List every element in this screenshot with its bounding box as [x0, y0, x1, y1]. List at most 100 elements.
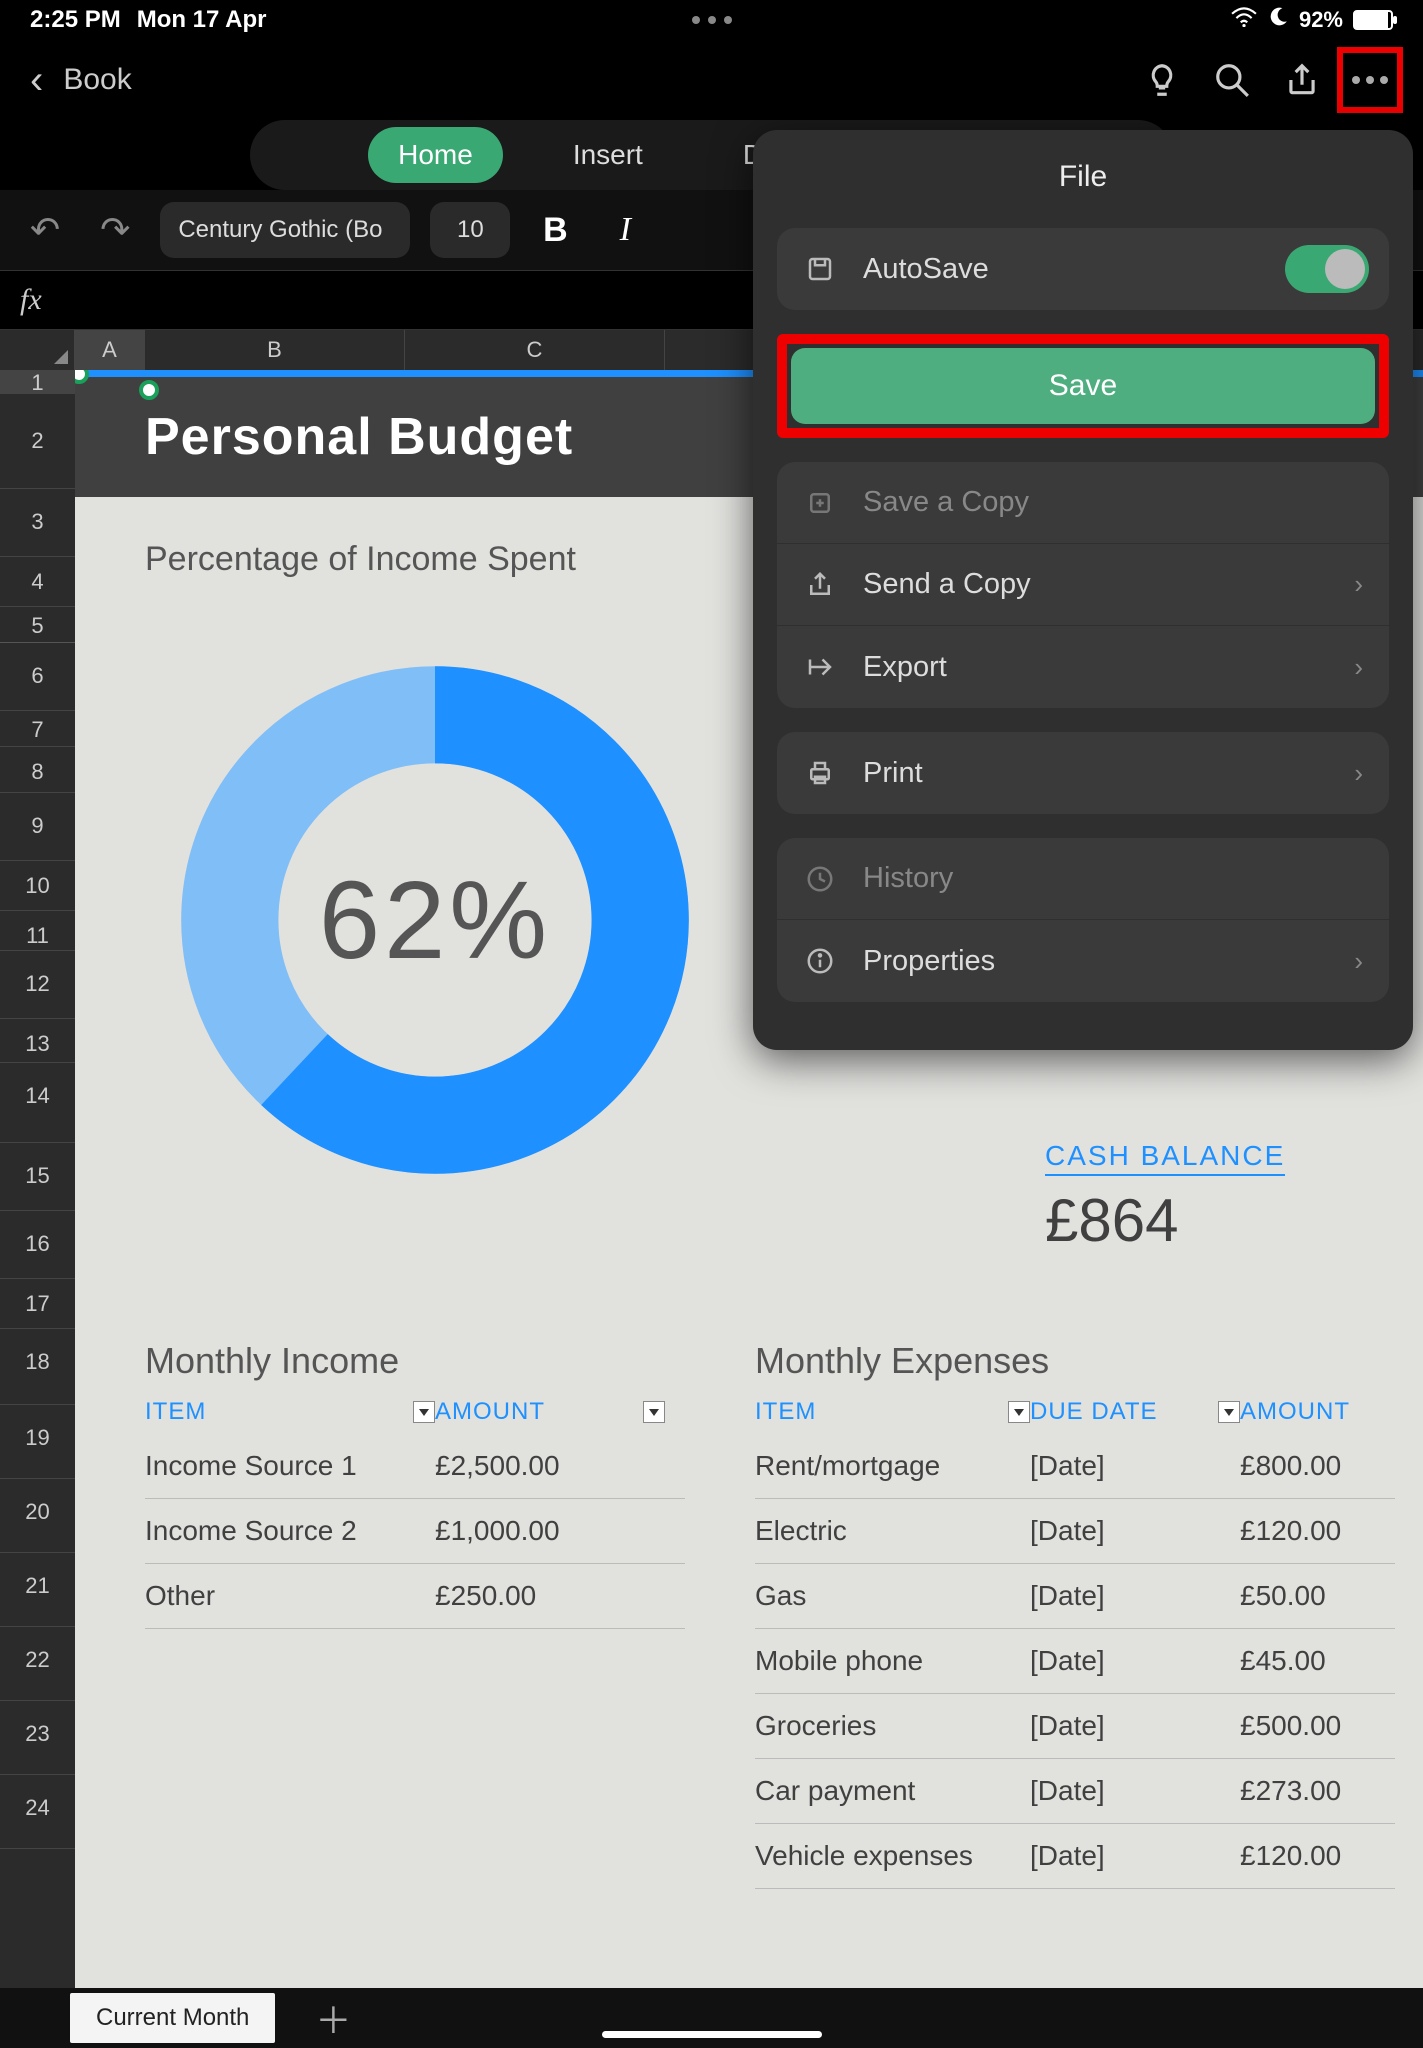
expenses-table: ITEM DUE DATE AMOUNT Rent/mortgage[Date]…	[755, 1390, 1395, 1889]
row-header[interactable]: 15	[0, 1143, 75, 1211]
table-row[interactable]: Gas[Date]£50.00	[755, 1564, 1395, 1629]
autosave-label: AutoSave	[863, 253, 989, 286]
italic-button[interactable]: I	[600, 211, 650, 249]
autosave-row: AutoSave	[777, 228, 1389, 310]
row-header[interactable]: 21	[0, 1553, 75, 1627]
row-header[interactable]: 12	[0, 951, 75, 1019]
sheet-tabs-bar: Current Month ＋	[0, 1988, 1423, 2048]
cash-balance: CASH BALANCE £864	[1045, 1140, 1285, 1255]
row-header[interactable]: 10	[0, 861, 75, 911]
document-title[interactable]: Book	[63, 63, 131, 97]
row-headers: 1 2 3 4 5 6 7 8 9 10 11 12 13 14 15 16 1…	[0, 370, 75, 1988]
home-indicator[interactable]	[602, 2031, 822, 2038]
row-header[interactable]: 11	[0, 911, 75, 951]
save-highlight-box: Save	[777, 334, 1389, 438]
row-header[interactable]: 6	[0, 643, 75, 711]
row-header[interactable]: 18	[0, 1329, 75, 1405]
row-header[interactable]: 24	[0, 1775, 75, 1849]
info-icon	[803, 946, 837, 976]
properties-button[interactable]: Properties ›	[777, 920, 1389, 1002]
print-label: Print	[863, 757, 923, 790]
filter-dropdown[interactable]	[1218, 1401, 1240, 1423]
table-row[interactable]: Other£250.00	[145, 1564, 685, 1629]
bold-button[interactable]: B	[530, 211, 580, 250]
filter-dropdown[interactable]	[1008, 1401, 1030, 1423]
row-header[interactable]: 20	[0, 1479, 75, 1553]
multitask-dots[interactable]	[692, 16, 732, 24]
save-copy-label: Save a Copy	[863, 486, 1029, 519]
font-name-select[interactable]: Century Gothic (Bo	[160, 202, 410, 258]
income-header-item[interactable]: ITEM	[145, 1398, 206, 1426]
row-header[interactable]: 16	[0, 1211, 75, 1279]
save-button[interactable]: Save	[791, 348, 1375, 424]
income-title: Monthly Income	[145, 1340, 399, 1382]
income-table: ITEM AMOUNT Income Source 1£2,500.00Inco…	[145, 1390, 685, 1629]
filter-dropdown[interactable]	[643, 1401, 665, 1423]
battery-percent: 92%	[1299, 7, 1343, 33]
expense-header-due[interactable]: DUE DATE	[1030, 1398, 1158, 1426]
table-row[interactable]: Rent/mortgage[Date]£800.00	[755, 1434, 1395, 1499]
col-header[interactable]: A	[75, 330, 145, 370]
income-header-amount[interactable]: AMOUNT	[435, 1398, 545, 1426]
sheet-tab-current[interactable]: Current Month	[70, 1993, 275, 2043]
row-header[interactable]: 5	[0, 607, 75, 643]
expense-header-item[interactable]: ITEM	[755, 1398, 816, 1426]
wifi-icon	[1231, 7, 1257, 33]
save-copy-button: Save a Copy	[777, 462, 1389, 544]
add-sheet-button[interactable]: ＋	[315, 1992, 351, 2044]
row-header[interactable]: 19	[0, 1405, 75, 1479]
selection-handle[interactable]	[139, 380, 159, 400]
undo-button[interactable]: ↶	[20, 209, 70, 251]
row-header[interactable]: 14	[0, 1063, 75, 1143]
redo-button[interactable]: ↷	[90, 209, 140, 251]
row-header[interactable]: 23	[0, 1701, 75, 1775]
table-row[interactable]: Income Source 2£1,000.00	[145, 1499, 685, 1564]
col-header[interactable]: C	[405, 330, 665, 370]
row-header[interactable]: 17	[0, 1279, 75, 1329]
row-header[interactable]: 7	[0, 711, 75, 747]
back-button[interactable]: ‹	[20, 58, 53, 103]
tab-home[interactable]: Home	[368, 127, 503, 183]
table-row[interactable]: Income Source 1£2,500.00	[145, 1434, 685, 1499]
row-header[interactable]: 1	[0, 370, 75, 394]
font-size-select[interactable]: 10	[430, 202, 510, 258]
lightbulb-icon[interactable]	[1127, 61, 1197, 99]
tab-insert[interactable]: Insert	[543, 127, 673, 183]
donut-center-value: 62%	[165, 650, 705, 1190]
pct-section-title: Percentage of Income Spent	[145, 540, 576, 579]
print-button[interactable]: Print ›	[777, 732, 1389, 814]
share-icon[interactable]	[1267, 61, 1337, 99]
chevron-right-icon: ›	[1354, 758, 1363, 789]
send-copy-button[interactable]: Send a Copy ›	[777, 544, 1389, 626]
col-header[interactable]: B	[145, 330, 405, 370]
export-icon	[803, 652, 837, 682]
autosave-toggle[interactable]	[1285, 245, 1369, 293]
row-header[interactable]: 8	[0, 747, 75, 793]
save-copy-icon	[803, 488, 837, 518]
row-header[interactable]: 4	[0, 557, 75, 607]
file-menu-title: File	[753, 130, 1413, 228]
table-row[interactable]: Groceries[Date]£500.00	[755, 1694, 1395, 1759]
row-header[interactable]: 9	[0, 793, 75, 861]
send-copy-icon	[803, 570, 837, 600]
select-all-corner[interactable]	[0, 330, 75, 370]
row-header[interactable]: 13	[0, 1019, 75, 1063]
table-row[interactable]: Vehicle expenses[Date]£120.00	[755, 1824, 1395, 1889]
nav-bar: ‹ Book	[0, 40, 1423, 120]
search-icon[interactable]	[1197, 61, 1267, 99]
history-button: History	[777, 838, 1389, 920]
row-header[interactable]: 3	[0, 489, 75, 557]
more-menu-button[interactable]	[1337, 47, 1403, 113]
table-row[interactable]: Electric[Date]£120.00	[755, 1499, 1395, 1564]
filter-dropdown[interactable]	[413, 1401, 435, 1423]
status-bar: 2:25 PM Mon 17 Apr 92%	[0, 0, 1423, 40]
table-row[interactable]: Car payment[Date]£273.00	[755, 1759, 1395, 1824]
status-time: 2:25 PM	[30, 6, 121, 34]
export-label: Export	[863, 651, 947, 684]
export-button[interactable]: Export ›	[777, 626, 1389, 708]
row-header[interactable]: 2	[0, 394, 75, 489]
chevron-right-icon: ›	[1354, 569, 1363, 600]
table-row[interactable]: Mobile phone[Date]£45.00	[755, 1629, 1395, 1694]
row-header[interactable]: 22	[0, 1627, 75, 1701]
expense-header-amount[interactable]: AMOUNT	[1240, 1398, 1350, 1426]
